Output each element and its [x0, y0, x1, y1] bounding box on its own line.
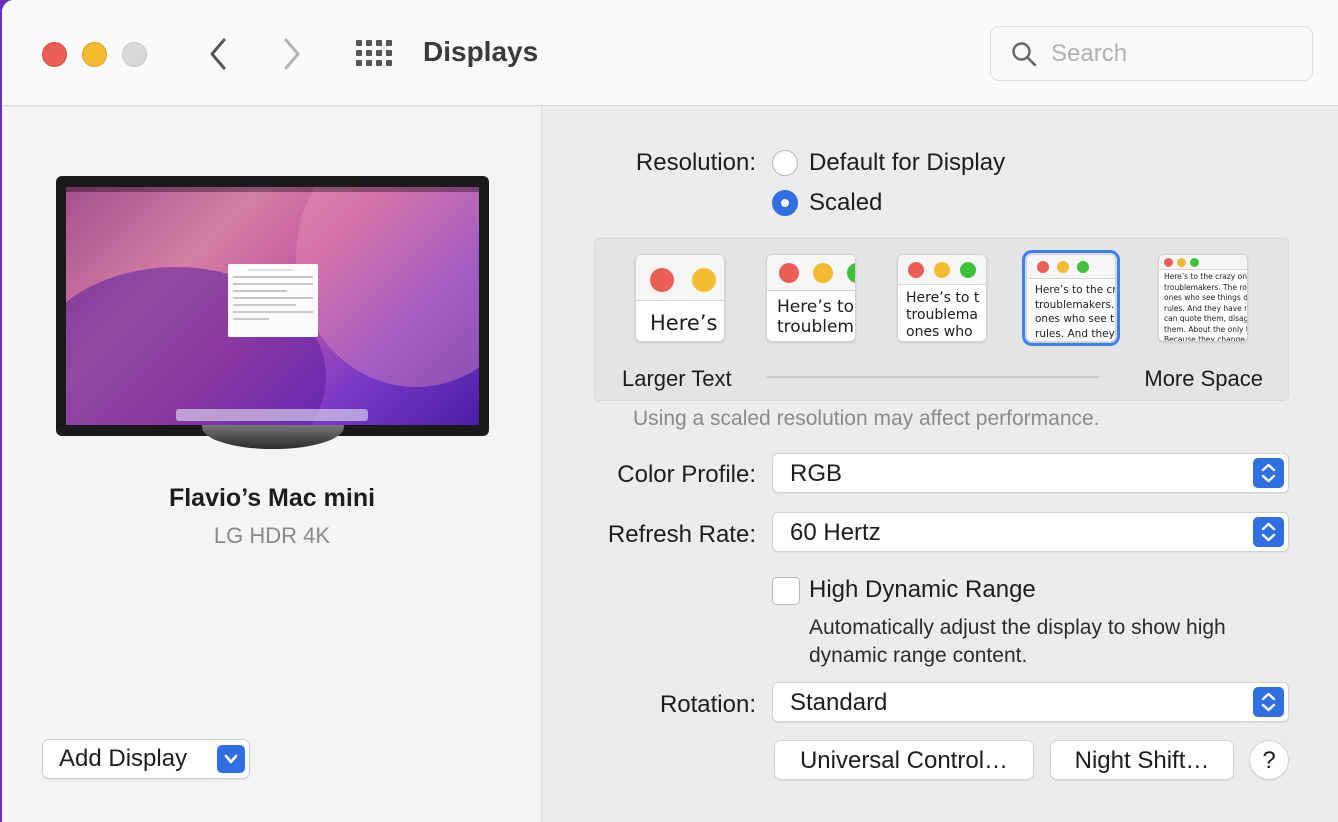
window-title: Displays	[423, 36, 539, 67]
rotation-value: Standard	[790, 689, 888, 716]
search-input[interactable]	[1051, 39, 1291, 69]
display-preview[interactable]	[56, 176, 489, 436]
resolution-label: Resolution:	[635, 149, 756, 176]
scale-option-5-text: Here’s to the crazy ones troublemakers. …	[1164, 272, 1248, 342]
color-profile-value: RGB	[790, 460, 843, 487]
radio-scaled[interactable]	[772, 190, 798, 216]
minimize-window-button[interactable]	[82, 42, 107, 67]
color-profile-label: Color Profile:	[617, 461, 756, 488]
scale-option-1-text: Here’s	[650, 311, 718, 335]
device-name: Flavio’s Mac mini	[168, 484, 376, 512]
scaled-resolution-picker: Here’s Here’s to troublem Here’s to t tr	[594, 238, 1289, 401]
color-profile-stepper[interactable]	[1253, 458, 1284, 488]
refresh-rate-stepper[interactable]	[1253, 517, 1284, 547]
rotation-stepper[interactable]	[1253, 687, 1284, 717]
chevron-left-icon	[210, 38, 226, 70]
scale-divider	[767, 376, 1099, 378]
universal-control-button[interactable]: Universal Control…	[774, 740, 1034, 780]
search-field[interactable]	[990, 26, 1313, 81]
preview-document-window	[228, 264, 318, 337]
rotation-label: Rotation:	[659, 691, 756, 718]
rotation-select[interactable]: Standard	[772, 682, 1289, 722]
up-down-chevron-icon	[1261, 463, 1276, 483]
add-display-dropdown[interactable]	[217, 745, 245, 773]
scale-option-4[interactable]: Here’s to the cr troublemakers. ones who…	[1022, 250, 1120, 346]
refresh-rate-label: Refresh Rate:	[607, 521, 756, 548]
zoom-window-button	[122, 42, 147, 67]
refresh-rate-value: 60 Hertz	[790, 519, 881, 546]
more-space-label: More Space	[1144, 366, 1263, 391]
toolbar: Displays	[2, 0, 1338, 106]
scale-option-2[interactable]: Here’s to troublem	[766, 254, 856, 342]
scale-option-4-text: Here’s to the cr troublemakers. ones who…	[1035, 284, 1116, 341]
hdr-description: Automatically adjust the display to show…	[809, 616, 1226, 667]
show-all-button[interactable]	[354, 38, 392, 70]
chevron-right-icon	[284, 38, 300, 70]
search-icon	[1012, 42, 1037, 67]
scale-option-3[interactable]: Here’s to t troublema ones who	[897, 254, 987, 342]
help-button[interactable]: ?	[1249, 740, 1289, 780]
display-sidebar: Flavio’s Mac mini LG HDR 4K Add Display	[2, 107, 542, 822]
hdr-label[interactable]: High Dynamic Range	[809, 576, 1036, 604]
scale-option-1[interactable]: Here’s	[635, 254, 725, 342]
radio-default-for-display[interactable]	[772, 150, 798, 176]
night-shift-button[interactable]: Night Shift…	[1050, 740, 1234, 780]
scale-option-5[interactable]: Here’s to the crazy ones troublemakers. …	[1158, 254, 1248, 342]
color-profile-select[interactable]: RGB	[772, 453, 1289, 493]
up-down-chevron-icon	[1261, 522, 1276, 542]
scale-option-3-text: Here’s to t troublema ones who	[906, 290, 980, 340]
hdr-checkbox[interactable]	[772, 577, 800, 605]
refresh-rate-select[interactable]: 60 Hertz	[772, 512, 1289, 552]
chevron-down-icon	[224, 754, 238, 764]
scaled-label[interactable]: Scaled	[809, 189, 882, 217]
scale-option-2-text: Here’s to troublem	[777, 297, 855, 338]
preview-dock	[176, 409, 368, 421]
close-window-button[interactable]	[42, 42, 67, 67]
forward-button[interactable]	[272, 34, 312, 74]
performance-note: Using a scaled resolution may affect per…	[633, 407, 1100, 430]
default-for-display-label[interactable]: Default for Display	[809, 149, 1005, 177]
add-display-button[interactable]: Add Display	[42, 739, 250, 779]
display-settings-pane: Resolution: Default for Display Scaled H…	[543, 107, 1338, 822]
system-preferences-window: Displays Flavio’s Mac mini LG HDR 4K	[2, 0, 1338, 822]
larger-text-label: Larger Text	[622, 366, 732, 391]
up-down-chevron-icon	[1261, 692, 1276, 712]
monitor-stand	[202, 425, 344, 449]
add-display-label: Add Display	[59, 745, 188, 772]
display-wallpaper	[66, 187, 479, 425]
back-button[interactable]	[198, 34, 238, 74]
device-model: LG HDR 4K	[213, 523, 331, 548]
